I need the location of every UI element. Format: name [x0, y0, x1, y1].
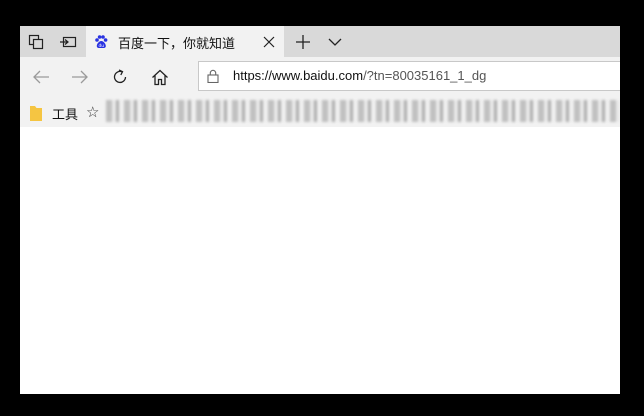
address-bar[interactable]: https://www.baidu.com/?tn=80035161_1_dg: [198, 61, 620, 91]
tab-sets-icon: [28, 34, 44, 49]
refresh-icon: [113, 69, 127, 84]
title-bar: du 百度一下，你就知道: [20, 26, 620, 57]
tab-preview-button[interactable]: [320, 26, 350, 57]
set-aside-tabs-button[interactable]: [52, 26, 84, 57]
lock-icon[interactable]: [207, 69, 219, 83]
home-button[interactable]: [144, 61, 176, 93]
plus-icon: [296, 34, 310, 49]
set-aside-icon: [60, 36, 77, 47]
baidu-paw-icon: du: [95, 35, 108, 49]
tab-close-button[interactable]: [254, 26, 284, 57]
page-content: [20, 127, 620, 394]
favorites-bar: 工具 ☆: [20, 96, 620, 127]
browser-window: du 百度一下，你就知道 https://www.baidu.com/?tn=8…: [20, 26, 620, 394]
tab-baidu[interactable]: du 百度一下，你就知道: [86, 26, 284, 57]
forward-arrow-icon: [72, 70, 88, 84]
back-button[interactable]: [25, 61, 57, 93]
star-icon[interactable]: ☆: [86, 103, 99, 121]
chevron-down-icon: [328, 38, 342, 46]
url-path: /?tn=80035161_1_dg: [363, 68, 487, 83]
url-domain: https://www.baidu.com: [233, 68, 364, 83]
new-tab-button[interactable]: [288, 26, 318, 57]
svg-text:du: du: [98, 43, 104, 49]
folder-icon: [30, 106, 42, 121]
navigation-bar: https://www.baidu.com/?tn=80035161_1_dg: [20, 57, 620, 96]
refresh-button[interactable]: [104, 61, 136, 93]
tab-actions-button[interactable]: [20, 26, 52, 57]
back-arrow-icon: [33, 70, 49, 84]
blurred-favorites: [106, 100, 620, 122]
close-icon: [263, 36, 275, 47]
home-icon: [152, 69, 168, 85]
forward-button[interactable]: [64, 61, 96, 93]
favorites-folder-tools[interactable]: 工具: [52, 104, 78, 123]
url-text[interactable]: https://www.baidu.com/?tn=80035161_1_dg: [233, 68, 486, 83]
tab-title: 百度一下，你就知道: [118, 37, 236, 52]
